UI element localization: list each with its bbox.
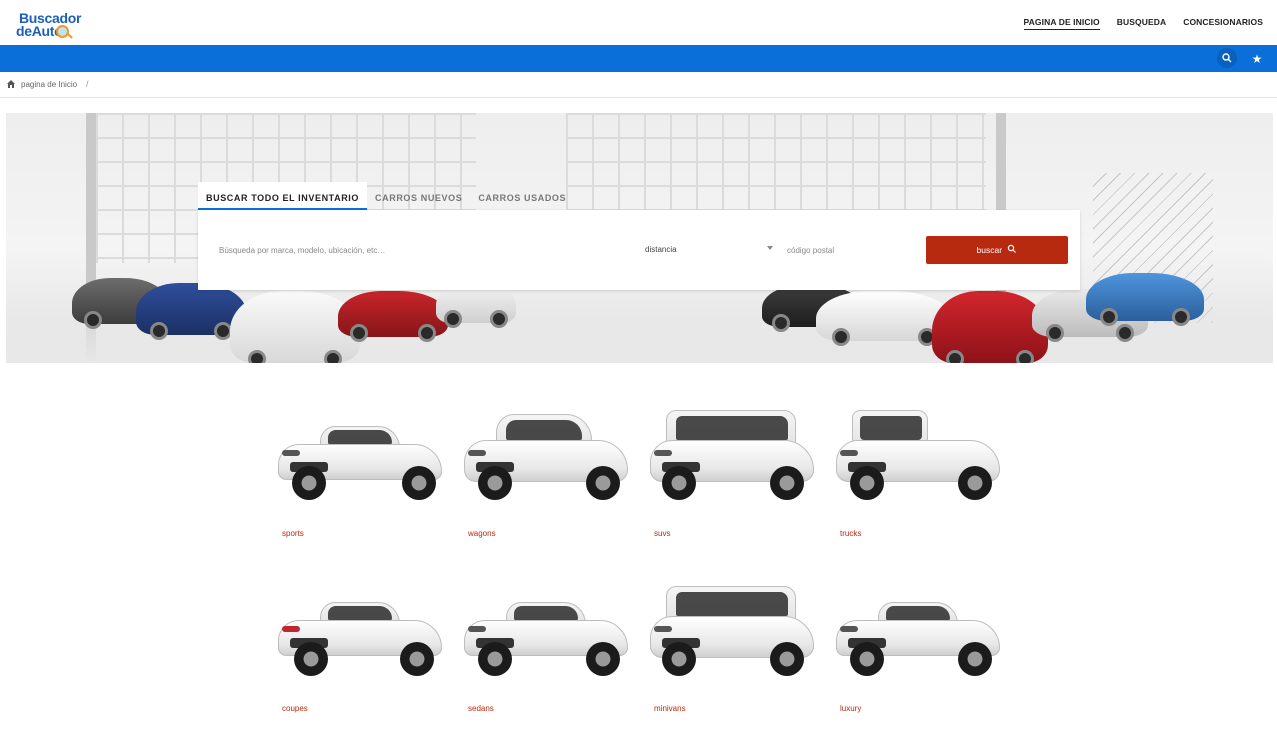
home-icon[interactable] — [7, 80, 15, 88]
car-coupe — [274, 582, 446, 678]
category-grid: sports wagons suvs trucks coupes sedans — [272, 386, 1022, 726]
nav-dealers[interactable]: CONCESIONARIOS — [1183, 17, 1263, 30]
nav-home[interactable]: PAGINA DE INICIO — [1023, 17, 1100, 30]
car-luxury — [832, 582, 1004, 678]
hero-car-blue-suv — [1086, 273, 1204, 326]
category-label[interactable]: luxury — [840, 704, 861, 713]
car-suv — [646, 406, 818, 502]
hero-car-red-sedan — [932, 291, 1048, 363]
magnifier-handle — [67, 33, 73, 39]
category-label[interactable]: sedans — [468, 704, 494, 713]
car-image[interactable] — [832, 562, 1008, 680]
tab-new-cars[interactable]: CARROS NUEVOS — [367, 182, 470, 210]
blue-toolbar: ★ — [0, 45, 1277, 72]
car-minivan — [646, 582, 818, 678]
category-label[interactable]: trucks — [840, 529, 861, 538]
category-card-coupes[interactable]: coupes — [272, 562, 452, 722]
car-truck — [832, 406, 1004, 502]
category-label[interactable]: wagons — [468, 529, 496, 538]
category-label[interactable]: coupes — [282, 704, 308, 713]
car-sports — [274, 406, 446, 502]
main-nav: PAGINA DE INICIO BUSQUEDA CONCESIONARIOS — [1023, 17, 1263, 30]
nav-search[interactable]: BUSQUEDA — [1117, 17, 1166, 30]
category-card-luxury[interactable]: luxury — [830, 562, 1010, 722]
car-image[interactable] — [460, 562, 636, 680]
car-image[interactable] — [274, 562, 450, 680]
category-card-sports[interactable]: sports — [272, 386, 452, 546]
category-label[interactable]: minivans — [654, 704, 686, 713]
star-icon[interactable]: ★ — [1249, 51, 1265, 67]
category-card-minivans[interactable]: minivans — [644, 562, 824, 722]
category-card-wagons[interactable]: wagons — [458, 386, 638, 546]
zip-input[interactable]: código postal — [787, 246, 834, 255]
search-tabs: BUSCAR TODO EL INVENTARIO CARROS NUEVOS … — [198, 182, 574, 210]
breadcrumb: pagina de Inicio / — [0, 72, 1277, 98]
search-box: Búsqueda por marca, modelo, ubicación, e… — [198, 210, 1080, 290]
search-icon[interactable] — [1217, 48, 1237, 68]
category-label[interactable]: suvs — [654, 529, 670, 538]
search-button-label: buscar — [976, 245, 1003, 255]
site-logo[interactable]: Buscador deAuto — [16, 8, 86, 40]
category-label[interactable]: sports — [282, 529, 304, 538]
car-wagon — [460, 406, 632, 502]
magnifier-icon — [56, 25, 69, 38]
category-card-suvs[interactable]: suvs — [644, 386, 824, 546]
car-sedan — [460, 582, 632, 678]
distance-select[interactable]: distancia — [645, 245, 773, 254]
search-panel: BUSCAR TODO EL INVENTARIO CARROS NUEVOS … — [198, 182, 1080, 290]
chevron-down-icon — [767, 246, 773, 250]
search-icon — [1008, 244, 1017, 253]
car-image[interactable] — [646, 386, 822, 504]
car-image[interactable] — [460, 386, 636, 504]
car-image[interactable] — [274, 386, 450, 504]
search-button[interactable]: buscar — [926, 236, 1068, 264]
tab-all-inventory[interactable]: BUSCAR TODO EL INVENTARIO — [198, 182, 368, 210]
car-image[interactable] — [832, 386, 1008, 504]
car-image[interactable] — [646, 562, 822, 680]
tab-used-cars[interactable]: CARROS USADOS — [470, 182, 574, 210]
hero-car-red — [338, 291, 448, 342]
breadcrumb-separator: / — [86, 79, 89, 89]
breadcrumb-home-link[interactable]: pagina de Inicio — [21, 80, 77, 89]
category-card-trucks[interactable]: trucks — [830, 386, 1010, 546]
category-card-sedans[interactable]: sedans — [458, 562, 638, 722]
search-input[interactable]: Búsqueda por marca, modelo, ubicación, e… — [219, 246, 619, 255]
top-header: Buscador deAuto PAGINA DE INICIO BUSQUED… — [0, 0, 1277, 45]
distance-select-label: distancia — [645, 245, 677, 254]
